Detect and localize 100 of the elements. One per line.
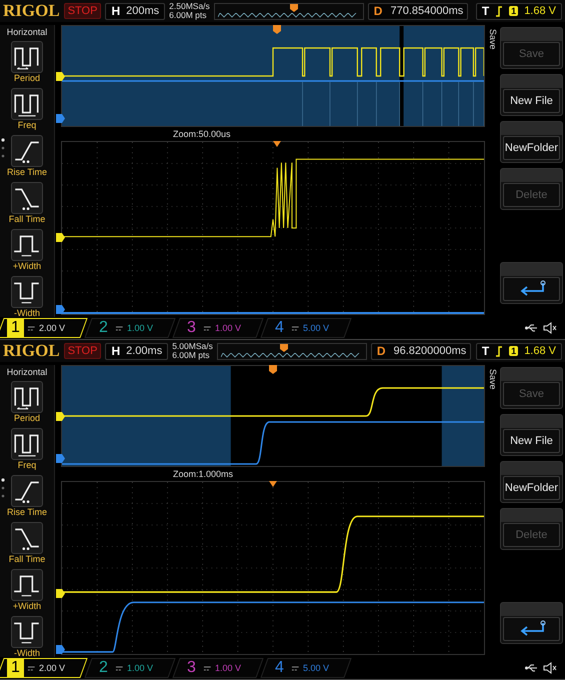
channel-scale: 1.00 V [126, 663, 153, 673]
delay-label: D [376, 344, 386, 358]
timebase-value: 200ms [126, 5, 160, 17]
sample-rate: 5.00MSa/s [172, 342, 213, 351]
coupling-icon [204, 666, 211, 670]
channel-tab[interactable]: 3 1.00 V [172, 658, 264, 678]
channel-tab[interactable]: 4 5.00 V [260, 658, 352, 678]
channel-number: 4 [274, 319, 285, 337]
channel-marker-icon [56, 114, 65, 123]
zoom-timebase: Zoom:50.00us [172, 128, 232, 141]
memory-depth: 6.00M pts [169, 11, 208, 20]
menu-button[interactable]: New File [503, 89, 560, 113]
page-dots-icon [1, 138, 5, 158]
channel-tab[interactable]: 3 1.00 V [172, 318, 264, 338]
measure-button[interactable]: +Width [11, 569, 43, 611]
channel-tab[interactable]: 1 2.00 V [0, 658, 88, 678]
channel-tab[interactable]: 1 2.00 V [0, 318, 88, 338]
nwidth-measure-icon [11, 276, 43, 308]
memory-depth: 6.00M pts [172, 351, 211, 360]
channel-marker-icon [56, 233, 65, 242]
channel-scale: 2.00 V [38, 663, 65, 673]
measure-button[interactable]: -Width [11, 616, 43, 658]
channel-scale: 1.00 V [214, 663, 241, 673]
delay-value: 770.854000ms [390, 5, 464, 17]
channel-scale: 1.00 V [126, 323, 153, 333]
measure-button[interactable]: Freq [11, 428, 43, 470]
channel-marker-icon [56, 645, 65, 654]
trigger-level: 1.68 V [524, 345, 556, 357]
coupling-icon [116, 326, 123, 330]
measure-button[interactable]: Period [11, 381, 43, 423]
measure-button[interactable]: Fall Time [8, 182, 46, 224]
measure-button[interactable]: +Width [11, 229, 43, 271]
channel-number: 2 [98, 659, 109, 677]
rise-measure-icon [10, 475, 43, 507]
speaker-muted-icon [543, 322, 557, 334]
menu-title: Save [489, 368, 498, 392]
channel-tab[interactable]: 4 5.00 V [260, 318, 352, 338]
trigger-level: 1.68 V [524, 5, 556, 17]
speaker-muted-icon [543, 662, 557, 674]
coupling-icon [204, 326, 211, 330]
trigger-position-icon [268, 481, 277, 487]
coupling-icon [28, 666, 35, 670]
usb-icon [525, 324, 539, 332]
timebase-label: H [111, 4, 120, 18]
timebase-value: 2.00ms [126, 345, 162, 357]
menu-title: Save [489, 28, 498, 52]
measure-button[interactable]: Rise Time [6, 475, 47, 517]
channel-number: 3 [186, 659, 197, 677]
trigger-label: T [482, 344, 490, 358]
back-button[interactable] [503, 277, 560, 301]
channel-marker-icon [56, 72, 65, 81]
menu-button[interactable]: NewFolder [503, 136, 560, 160]
coupling-icon [292, 326, 299, 330]
trigger-position-icon [290, 4, 298, 12]
zoom-timebase: Zoom:1.000ms [172, 468, 234, 481]
channel-tab[interactable]: 2 1.00 V [84, 318, 176, 338]
menu-button[interactable]: NewFolder [503, 476, 560, 500]
trigger-label: T [482, 4, 490, 18]
measure-button[interactable]: Rise Time [6, 135, 47, 177]
brand-logo: RIGOL [3, 341, 60, 361]
menu-button[interactable]: New File [503, 429, 560, 453]
trigger-position-icon [280, 344, 288, 352]
measure-button[interactable]: Freq [11, 88, 43, 130]
fall-measure-icon [10, 522, 43, 554]
delay-value: 96.8200000ms [394, 345, 466, 357]
delay-label: D [374, 4, 382, 18]
channel-marker-icon [56, 305, 65, 314]
rising-edge-icon [495, 346, 504, 356]
trigger-source: 1 [509, 346, 518, 356]
nwidth-measure-icon [11, 616, 43, 648]
run-state: STOP [64, 343, 102, 359]
freq-measure-icon [11, 428, 43, 460]
channel-number: 2 [98, 319, 109, 337]
timebase-label: H [111, 344, 120, 358]
channel-number: 3 [186, 319, 197, 337]
channel-number: 1 [7, 319, 24, 337]
channel-scale: 2.00 V [38, 323, 65, 333]
trigger-position-icon [273, 25, 281, 34]
measure-button[interactable]: -Width [11, 276, 43, 318]
channel-marker-icon [56, 454, 65, 463]
channel-scale: 5.00 V [302, 663, 329, 673]
period-measure-icon [11, 381, 43, 413]
coupling-icon [292, 666, 299, 670]
rising-edge-icon [495, 6, 504, 16]
trigger-position-icon [268, 365, 277, 374]
channel-scale: 1.00 V [214, 323, 241, 333]
channel-number: 1 [7, 659, 24, 677]
brand-logo: RIGOL [3, 1, 60, 21]
channel-marker-icon [56, 412, 65, 421]
measure-button[interactable]: Period [11, 41, 43, 83]
channel-number: 4 [274, 659, 285, 677]
channel-tab[interactable]: 2 1.00 V [84, 658, 176, 678]
channel-scale: 5.00 V [302, 323, 329, 333]
measure-button[interactable]: Fall Time [8, 522, 46, 564]
back-button[interactable] [503, 617, 560, 641]
sample-rate: 2.50MSa/s [169, 2, 210, 11]
usb-icon [525, 664, 539, 672]
freq-measure-icon [11, 88, 43, 120]
sidebar-title: Horizontal [6, 27, 48, 37]
pwidth-measure-icon [11, 569, 43, 601]
